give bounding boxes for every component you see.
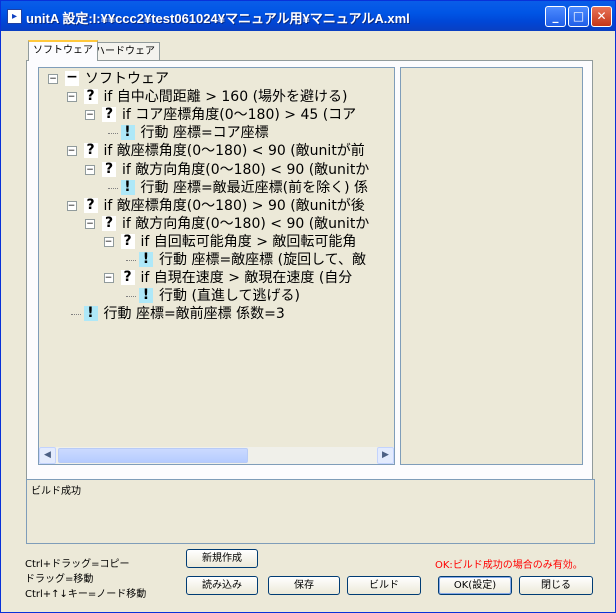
load-button[interactable]: 読み込み — [186, 576, 258, 595]
hint-copy: Ctrl+ドラッグ=コピー — [25, 559, 130, 570]
close-icon: ✕ — [596, 9, 607, 23]
tree-condition-node[interactable]: ? if 敵座標角度(0〜180) < 90 (敵unitが前 — [83, 142, 365, 160]
collapse-toggle-icon[interactable]: − — [48, 74, 58, 84]
tree-node-label: if 敵座標角度(0〜180) < 90 (敵unitが前 — [103, 143, 365, 160]
tree-condition-node[interactable]: ? if 敵座標角度(0〜180) > 90 (敵unitが後 — [83, 197, 365, 215]
tree-connector — [107, 133, 118, 135]
build-output-box: ビルド成功 — [26, 479, 595, 544]
minimize-button[interactable]: _ — [545, 6, 566, 27]
tree-action-node[interactable]: ! 行動 座標=敵前座標 係数=3 — [83, 305, 285, 323]
horizontal-scrollbar[interactable]: ◀ ▶ — [39, 447, 394, 464]
scroll-thumb[interactable] — [58, 448, 248, 463]
tree-condition-node[interactable]: ? if 自回転可能角度 > 敵回転可能角 — [120, 233, 357, 251]
tab-panel: − − ソフトウェア −? if 自中心間距離 > 160 (場外を避ける) −? if コ… — [26, 60, 593, 502]
hint-move: ドラッグ=移動 — [25, 574, 94, 585]
condition-marker-icon: ? — [120, 233, 135, 249]
hint-node-move: Ctrl+↑↓キー=ノード移動 — [25, 589, 147, 600]
arrow-right-icon: ▶ — [382, 450, 389, 460]
action-marker-icon: ! — [139, 288, 153, 304]
tree-condition-node[interactable]: ? if 自中心間距離 > 160 (場外を避ける) — [83, 88, 348, 106]
maximize-button[interactable]: □ — [568, 6, 589, 27]
new-button[interactable]: 新規作成 — [186, 549, 258, 568]
tree-condition-node[interactable]: ? if 自現在速度 > 敵現在速度 (自分 — [120, 269, 353, 287]
build-status-text: ビルド成功 — [31, 486, 81, 497]
condition-marker-icon: ? — [120, 270, 135, 286]
tree-connector — [70, 314, 81, 316]
tree-action-node[interactable]: ! 行動 (直進して逃げる) — [139, 287, 300, 305]
tree-node-label: if 敵座標角度(0〜180) > 90 (敵unitが後 — [103, 197, 365, 214]
tab-software[interactable]: ソフトウェア — [28, 40, 98, 61]
tree-node-label: 行動 座標=敵座標 (旋回して、敵 — [159, 252, 366, 268]
tree-node-label: if コア座標角度(0〜180) > 45 (コア — [122, 107, 357, 124]
tree-node-label: if 敵方向角度(0〜180) < 90 (敵unitか — [122, 215, 370, 232]
tree-node-label: 行動 座標=敵最近座標(前を除く) 係 — [140, 179, 369, 196]
tree-node-label: 行動 座標=敵前座標 係数=3 — [103, 306, 285, 323]
collapse-toggle-icon[interactable]: − — [103, 273, 114, 284]
window-title: unitA 設定:I:¥¥ccc2¥test061024¥マニュアル用¥マニュア… — [26, 11, 410, 26]
condition-marker-icon: ? — [83, 143, 98, 159]
tree-node-label: if 敵方向角度(0〜180) < 90 (敵unitか — [122, 161, 370, 178]
close-button[interactable]: 閉じる — [519, 576, 593, 595]
collapse-toggle-icon[interactable]: − — [66, 200, 77, 211]
app-window: ▸ unitA 設定:I:¥¥ccc2¥test061024¥マニュアル用¥マニ… — [0, 0, 616, 613]
root-marker-icon: − — [65, 69, 79, 86]
minimize-icon: _ — [552, 9, 559, 23]
condition-marker-icon: ? — [102, 107, 116, 123]
action-marker-icon: ! — [83, 306, 98, 322]
tree-connector — [126, 260, 136, 261]
app-icon: ▸ — [7, 9, 22, 24]
build-button[interactable]: ビルド — [347, 576, 421, 595]
tree-root-node[interactable]: − ソフトウェア — [65, 70, 169, 88]
scroll-left-button[interactable]: ◀ — [39, 447, 56, 464]
title-bar[interactable]: ▸ unitA 設定:I:¥¥ccc2¥test061024¥マニュアル用¥マニ… — [1, 1, 615, 31]
action-marker-icon: ! — [120, 179, 135, 195]
tree-condition-node[interactable]: ? if コア座標角度(0〜180) > 45 (コア — [102, 106, 356, 124]
collapse-toggle-icon[interactable]: − — [85, 164, 95, 175]
tree-nodes: − − ソフトウェア −? if 自中心間距離 > 160 (場外を避ける) −? if コ… — [39, 68, 394, 447]
client-area: ソフトウェア ハードウェア − − ソフトウェア −? if 自中心間距離 > 160 … — [5, 31, 611, 608]
collapse-toggle-icon[interactable]: − — [85, 218, 95, 229]
property-pane[interactable] — [400, 67, 583, 465]
tree-action-node[interactable]: ! 行動 座標=敵座標 (旋回して、敵 — [139, 251, 366, 269]
collapse-toggle-icon[interactable]: − — [103, 236, 114, 247]
tree-node-label: if 自回転可能角度 > 敵回転可能角 — [140, 233, 357, 250]
condition-marker-icon: ? — [102, 215, 116, 231]
condition-marker-icon: ? — [83, 89, 98, 105]
save-button[interactable]: 保存 — [268, 576, 340, 595]
tree-node-label: 行動 座標=コア座標 — [140, 125, 269, 142]
tree-node-label: 行動 (直進して逃げる) — [159, 288, 300, 305]
tree-node-label: if 自中心間距離 > 160 (場外を避ける) — [103, 89, 348, 106]
collapse-toggle-icon[interactable]: − — [85, 110, 95, 121]
tree-condition-node[interactable]: ? if 敵方向角度(0〜180) < 90 (敵unitか — [102, 215, 369, 233]
collapse-toggle-icon[interactable]: − — [66, 146, 77, 157]
action-marker-icon: ! — [120, 125, 135, 141]
arrow-left-icon: ◀ — [44, 450, 51, 460]
action-marker-icon: ! — [139, 252, 153, 267]
tree-connector — [126, 296, 136, 298]
tree-condition-node[interactable]: ? if 敵方向角度(0〜180) < 90 (敵unitか — [102, 161, 369, 179]
logic-tree-view[interactable]: − − ソフトウェア −? if 自中心間距離 > 160 (場外を避ける) −? if コ… — [38, 67, 395, 465]
condition-marker-icon: ? — [102, 161, 116, 177]
tree-node-label: if 自現在速度 > 敵現在速度 (自分 — [140, 270, 353, 287]
tab-hardware[interactable]: ハードウェア — [90, 42, 160, 60]
tree-action-node[interactable]: ! 行動 座標=敵最近座標(前を除く) 係 — [120, 179, 369, 197]
ok-warning-text: OK:ビルド成功の場合のみ有効。 — [435, 560, 583, 571]
collapse-toggle-icon[interactable]: − — [66, 92, 77, 103]
tree-connector — [107, 187, 118, 189]
maximize-icon: □ — [572, 9, 585, 23]
ok-settings-button[interactable]: OK(設定) — [438, 576, 512, 595]
close-window-button[interactable]: ✕ — [591, 6, 612, 27]
scroll-right-button[interactable]: ▶ — [377, 447, 394, 464]
tree-action-node[interactable]: ! 行動 座標=コア座標 — [120, 124, 269, 142]
tree-node-label: ソフトウェア — [85, 71, 169, 87]
condition-marker-icon: ? — [83, 197, 98, 213]
